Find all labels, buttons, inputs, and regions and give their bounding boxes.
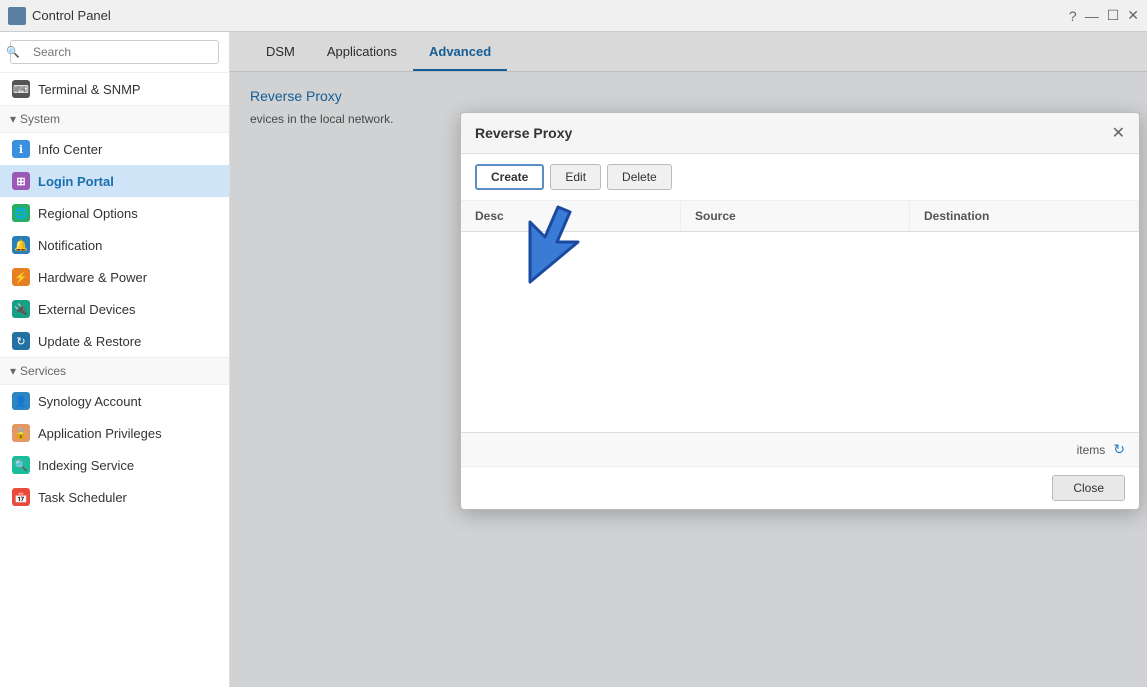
search-input[interactable]: [10, 40, 219, 64]
delete-button[interactable]: Delete: [607, 164, 672, 190]
refresh-button[interactable]: ↻: [1113, 441, 1125, 458]
edit-button[interactable]: Edit: [550, 164, 601, 190]
notification-label: Notification: [38, 238, 102, 253]
login-portal-icon: ⊞: [12, 172, 30, 190]
sidebar-item-hardware-power[interactable]: ⚡ Hardware & Power: [0, 261, 229, 293]
collapse-services-icon: ▾: [10, 364, 16, 378]
titlebar-controls[interactable]: ? — ☐ ✕: [1069, 7, 1139, 24]
update-restore-label: Update & Restore: [38, 334, 141, 349]
external-devices-icon: 🔌: [12, 300, 30, 318]
close-button[interactable]: Close: [1052, 475, 1125, 501]
sidebar-terminal-label: Terminal & SNMP: [38, 82, 141, 97]
task-scheduler-label: Task Scheduler: [38, 490, 127, 505]
application-privileges-label: Application Privileges: [38, 426, 162, 441]
sidebar-section-system[interactable]: ▾ System: [0, 105, 229, 133]
app-icon: [8, 7, 26, 25]
sidebar-item-regional-options[interactable]: 🌐 Regional Options: [0, 197, 229, 229]
dialog-toolbar: Create Edit Delete: [461, 154, 1139, 201]
items-label: items: [1077, 443, 1106, 457]
regional-options-icon: 🌐: [12, 204, 30, 222]
reverse-proxy-dialog: Reverse Proxy ✕ Create Edit Delete Desc …: [460, 112, 1140, 510]
section-system-label: System: [20, 112, 60, 126]
table-header: Desc Source Destination: [461, 201, 1139, 232]
indexing-service-icon: 🔍: [12, 456, 30, 474]
dialog-close-button[interactable]: ✕: [1112, 123, 1125, 143]
sidebar-item-indexing-service[interactable]: 🔍 Indexing Service: [0, 449, 229, 481]
dialog-title: Reverse Proxy: [475, 125, 572, 141]
synology-account-icon: 👤: [12, 392, 30, 410]
hardware-power-icon: ⚡: [12, 268, 30, 286]
sidebar-item-external-devices[interactable]: 🔌 External Devices: [0, 293, 229, 325]
info-center-icon: ℹ: [12, 140, 30, 158]
create-button[interactable]: Create: [475, 164, 544, 190]
dialog-actions: Close: [461, 466, 1139, 509]
table-body: [461, 232, 1139, 432]
sidebar-item-synology-account[interactable]: 👤 Synology Account: [0, 385, 229, 417]
task-scheduler-icon: 📅: [12, 488, 30, 506]
info-center-label: Info Center: [38, 142, 102, 157]
content-area: DSM Applications Advanced Reverse Proxy …: [230, 32, 1147, 687]
sidebar-item-notification[interactable]: 🔔 Notification: [0, 229, 229, 261]
sidebar-section-services[interactable]: ▾ Services: [0, 357, 229, 385]
collapse-icon: ▾: [10, 112, 16, 126]
maximize-icon[interactable]: ☐: [1107, 7, 1120, 24]
close-icon[interactable]: ✕: [1127, 7, 1139, 24]
update-restore-icon: ↻: [12, 332, 30, 350]
col-header-source: Source: [681, 201, 910, 231]
login-portal-label: Login Portal: [38, 174, 114, 189]
sidebar-item-login-portal[interactable]: ⊞ Login Portal: [0, 165, 229, 197]
help-icon[interactable]: ?: [1069, 8, 1077, 24]
sidebar: ⌨ Terminal & SNMP ▾ System ℹ Info Center…: [0, 32, 230, 687]
sidebar-item-application-privileges[interactable]: 🔒 Application Privileges: [0, 417, 229, 449]
dialog-header: Reverse Proxy ✕: [461, 113, 1139, 154]
search-container: [0, 32, 229, 73]
regional-options-label: Regional Options: [38, 206, 138, 221]
terminal-icon: ⌨: [12, 80, 30, 98]
notification-icon: 🔔: [12, 236, 30, 254]
sidebar-item-update-restore[interactable]: ↻ Update & Restore: [0, 325, 229, 357]
synology-account-label: Synology Account: [38, 394, 141, 409]
titlebar: Control Panel ? — ☐ ✕: [0, 0, 1147, 32]
col-header-destination: Destination: [910, 201, 1139, 231]
external-devices-label: External Devices: [38, 302, 136, 317]
dialog-footer: items ↻: [461, 432, 1139, 466]
titlebar-left: Control Panel: [8, 7, 111, 25]
main-layout: ⌨ Terminal & SNMP ▾ System ℹ Info Center…: [0, 32, 1147, 687]
minimize-icon[interactable]: —: [1085, 8, 1099, 24]
indexing-service-label: Indexing Service: [38, 458, 134, 473]
section-services-label: Services: [20, 364, 66, 378]
col-header-description: Desc: [461, 201, 681, 231]
hardware-power-label: Hardware & Power: [38, 270, 147, 285]
sidebar-item-info-center[interactable]: ℹ Info Center: [0, 133, 229, 165]
application-privileges-icon: 🔒: [12, 424, 30, 442]
titlebar-title: Control Panel: [32, 8, 111, 23]
sidebar-item-task-scheduler[interactable]: 📅 Task Scheduler: [0, 481, 229, 513]
sidebar-item-terminal[interactable]: ⌨ Terminal & SNMP: [0, 73, 229, 105]
